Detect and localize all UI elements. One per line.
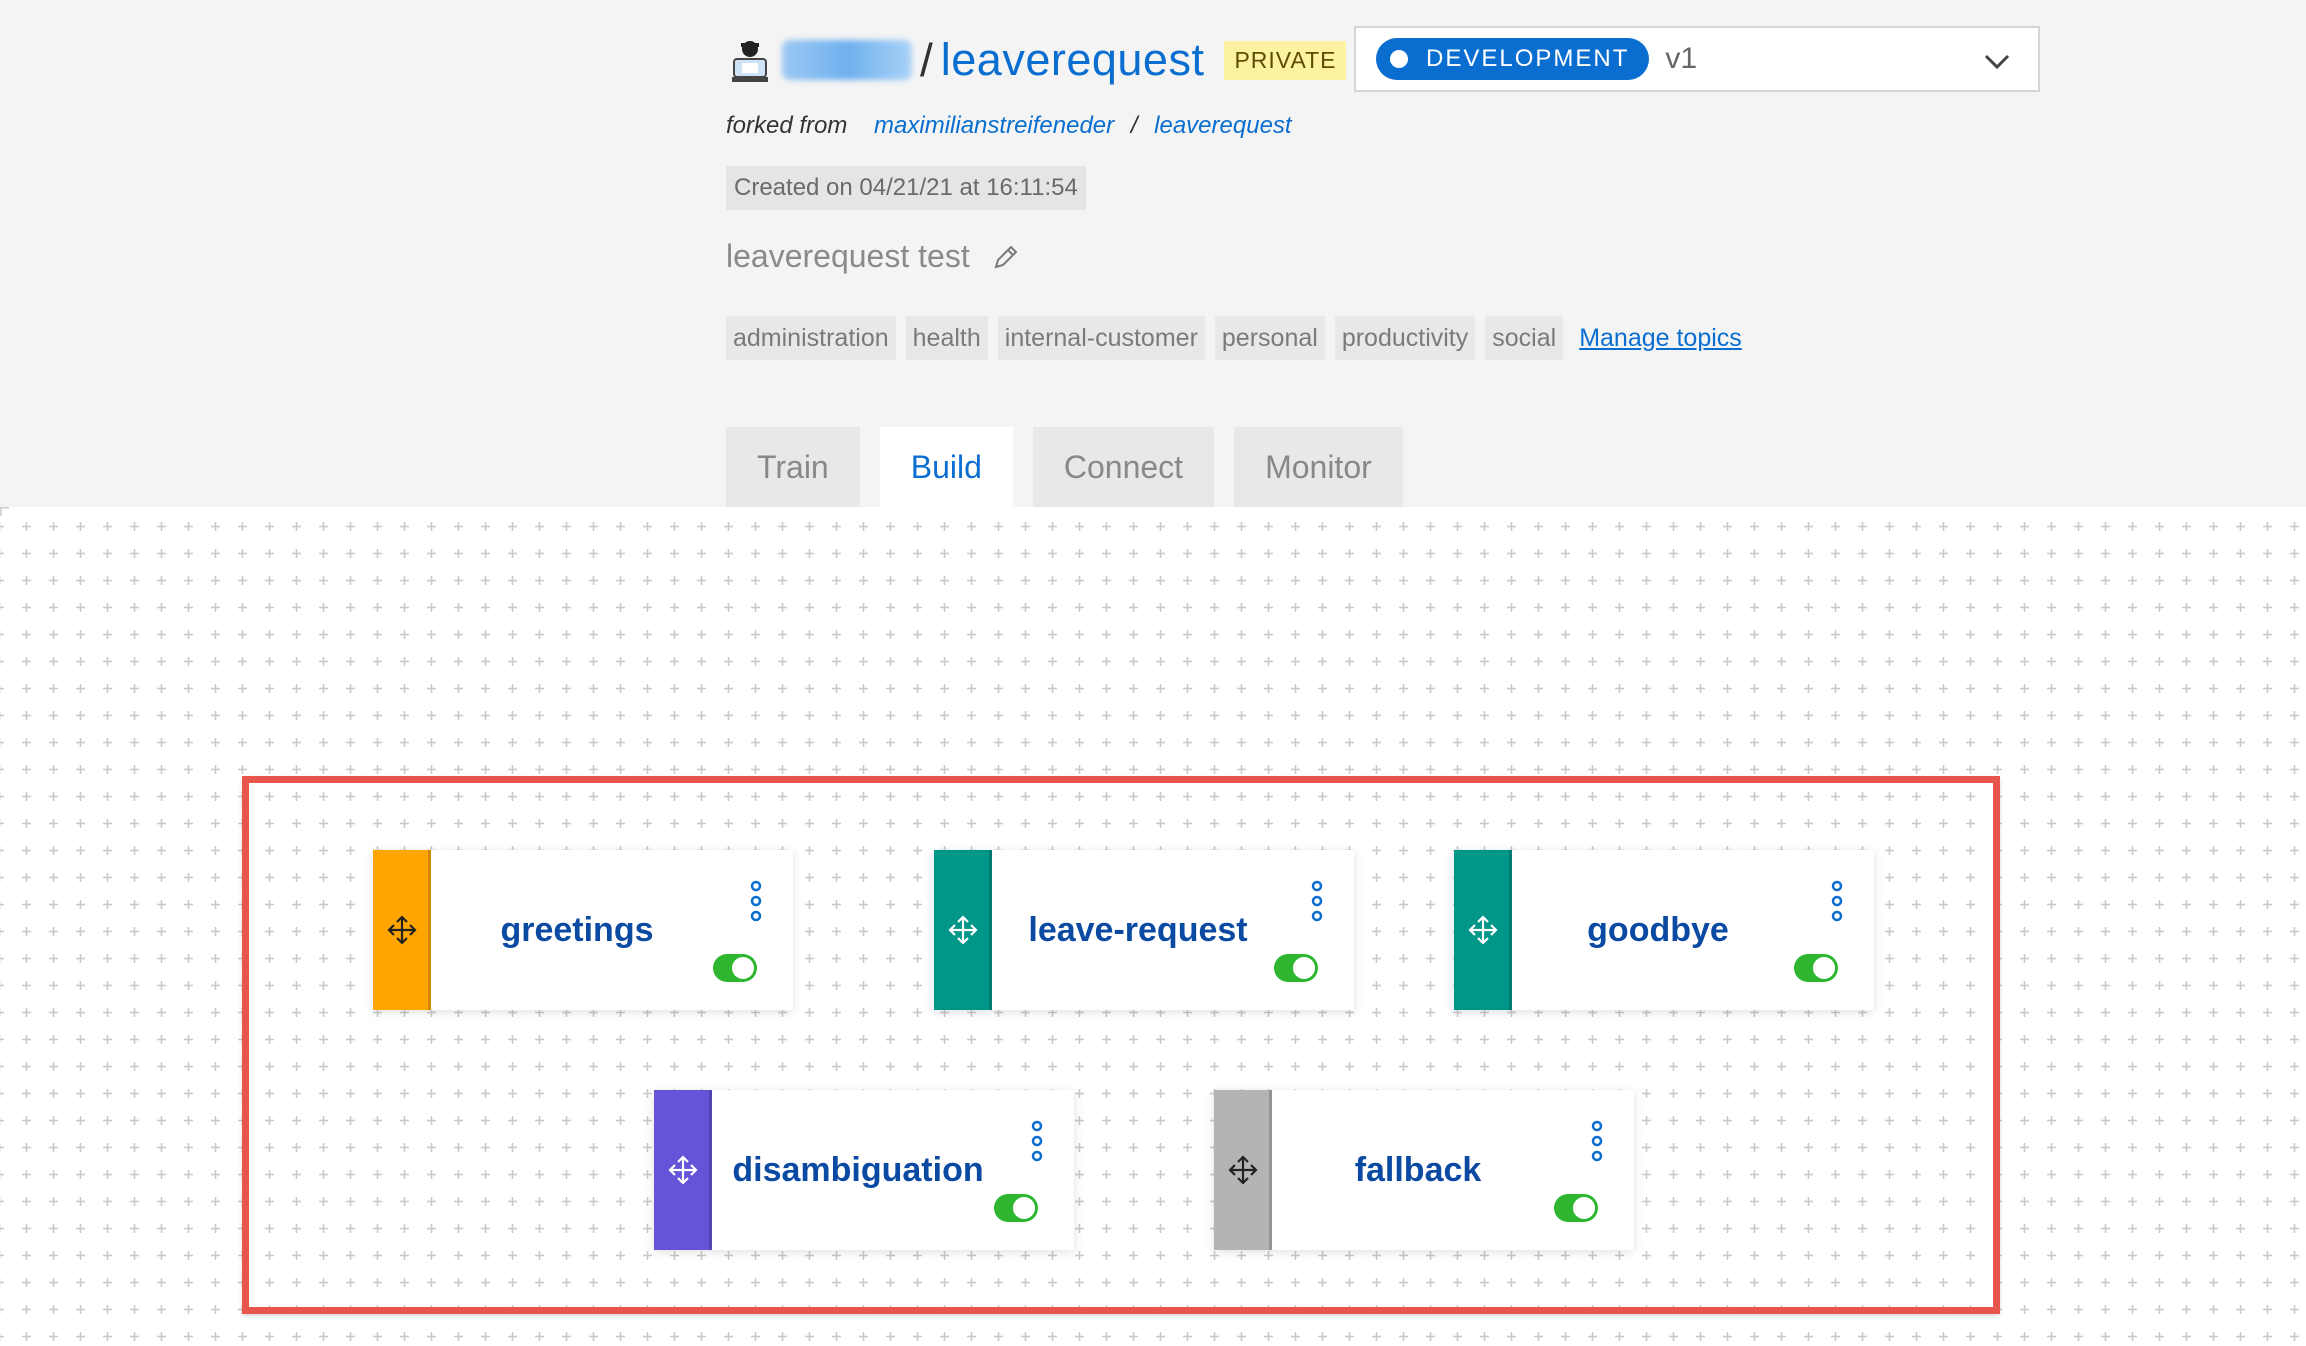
move-icon bbox=[1468, 915, 1498, 945]
skill-card-fallback[interactable]: fallback bbox=[1214, 1090, 1634, 1250]
more-options-icon[interactable] bbox=[1830, 880, 1844, 922]
created-date: Created on 04/21/21 at 16:11:54 bbox=[726, 166, 1086, 210]
drag-handle[interactable] bbox=[373, 850, 431, 1010]
forked-repo-link[interactable]: leaverequest bbox=[1154, 112, 1291, 139]
move-icon bbox=[948, 915, 978, 945]
drag-handle[interactable] bbox=[934, 850, 992, 1010]
avatar-icon bbox=[732, 41, 768, 82]
environment-pill: DEVELOPMENT bbox=[1376, 38, 1650, 80]
topic-tag[interactable]: administration bbox=[726, 316, 896, 360]
environment-select[interactable]: DEVELOPMENT v1 bbox=[1354, 26, 2040, 92]
more-options-icon[interactable] bbox=[1590, 1120, 1604, 1162]
description-text: leaverequest test bbox=[726, 238, 970, 274]
topic-tag[interactable]: personal bbox=[1214, 316, 1325, 360]
environment-dot-icon bbox=[1390, 50, 1408, 68]
tab-train[interactable]: Train bbox=[726, 427, 860, 507]
skill-card-disambiguation[interactable]: disambiguation bbox=[654, 1090, 1074, 1250]
environment-version: v1 bbox=[1665, 42, 1698, 75]
visibility-badge: PRIVATE bbox=[1224, 40, 1347, 80]
skill-card-leave-request[interactable]: leave-request bbox=[934, 850, 1354, 1010]
skill-name[interactable]: greetings bbox=[431, 850, 723, 1010]
forked-from-prefix: forked from bbox=[726, 112, 848, 139]
environment-label: DEVELOPMENT bbox=[1426, 45, 1630, 72]
more-options-icon[interactable] bbox=[749, 880, 763, 922]
tab-connect[interactable]: Connect bbox=[1032, 427, 1215, 507]
tab-bar: Train Build Connect Monitor bbox=[726, 427, 1423, 507]
move-icon bbox=[668, 1155, 698, 1185]
tab-monitor[interactable]: Monitor bbox=[1234, 427, 1403, 507]
forked-owner-link[interactable]: maximilianstreifeneder bbox=[874, 112, 1114, 139]
owner-avatar[interactable] bbox=[730, 35, 770, 85]
skill-enabled-toggle[interactable] bbox=[994, 1194, 1038, 1222]
path-separator: / bbox=[920, 34, 933, 86]
pencil-icon[interactable] bbox=[992, 243, 1020, 271]
manage-topics-link[interactable]: Manage topics bbox=[1579, 324, 1742, 353]
skill-name[interactable]: leave-request bbox=[992, 850, 1284, 1010]
repo-name[interactable]: leaverequest bbox=[941, 34, 1205, 86]
more-options-icon[interactable] bbox=[1030, 1120, 1044, 1162]
repo-title-row: / leaverequest PRIVATE bbox=[730, 24, 1347, 96]
topic-tag[interactable]: internal-customer bbox=[997, 316, 1205, 360]
drag-handle[interactable] bbox=[1214, 1090, 1272, 1250]
owner-name-redacted[interactable] bbox=[782, 40, 912, 80]
drag-handle[interactable] bbox=[1454, 850, 1512, 1010]
skill-enabled-toggle[interactable] bbox=[1554, 1194, 1598, 1222]
skill-name[interactable]: goodbye bbox=[1512, 850, 1804, 1010]
tab-build[interactable]: Build bbox=[879, 427, 1013, 507]
skill-name[interactable]: fallback bbox=[1272, 1090, 1564, 1250]
move-icon bbox=[387, 915, 417, 945]
move-icon bbox=[1228, 1155, 1258, 1185]
topic-tag[interactable]: social bbox=[1485, 316, 1564, 360]
chevron-down-icon[interactable] bbox=[1982, 46, 2012, 76]
forked-from: forked from maximilianstreifeneder / lea… bbox=[726, 112, 1292, 140]
skill-card-goodbye[interactable]: goodbye bbox=[1454, 850, 1874, 1010]
drag-handle[interactable] bbox=[654, 1090, 712, 1250]
repo-description: leaverequest test bbox=[726, 238, 1020, 275]
skill-enabled-toggle[interactable] bbox=[1274, 954, 1318, 982]
skill-card-greetings[interactable]: greetings bbox=[373, 850, 793, 1010]
repo-header: / leaverequest PRIVATE DEVELOPMENT v1 fo… bbox=[0, 0, 2306, 507]
more-options-icon[interactable] bbox=[1310, 880, 1324, 922]
topics-list: administration health internal-customer … bbox=[726, 316, 1742, 360]
skill-name[interactable]: disambiguation bbox=[712, 1090, 1004, 1250]
topic-tag[interactable]: health bbox=[905, 316, 988, 360]
skill-enabled-toggle[interactable] bbox=[1794, 954, 1838, 982]
topic-tag[interactable]: productivity bbox=[1334, 316, 1476, 360]
forked-separator: / bbox=[1130, 112, 1138, 139]
skill-enabled-toggle[interactable] bbox=[713, 954, 757, 982]
